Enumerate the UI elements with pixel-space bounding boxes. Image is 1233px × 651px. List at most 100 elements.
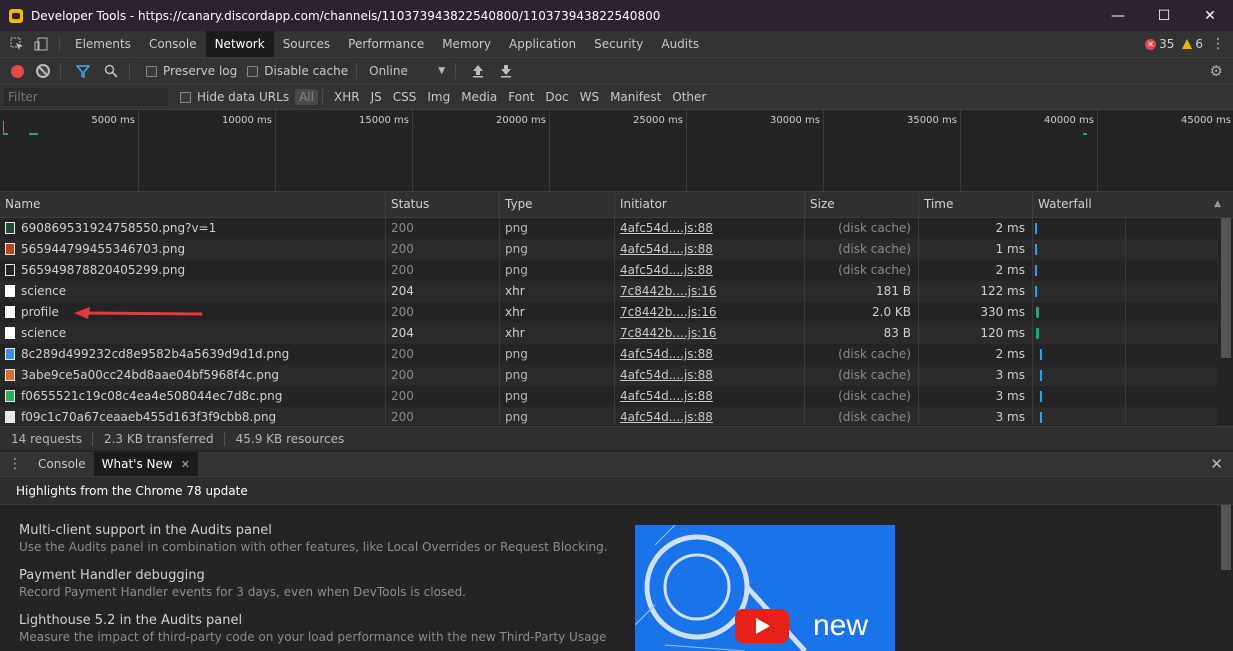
- maximize-button[interactable]: ☐: [1141, 0, 1187, 31]
- filter-input[interactable]: [4, 88, 168, 106]
- filter-type-xhr[interactable]: XHR: [330, 89, 364, 105]
- cell-initiator[interactable]: 7c8442b....js:16: [615, 323, 805, 344]
- scrollbar-thumb[interactable]: [1221, 218, 1231, 358]
- feature-item[interactable]: Multi-client support in the Audits panel…: [19, 523, 608, 554]
- time-text: 120 ms: [980, 326, 1025, 340]
- search-icon[interactable]: [99, 59, 123, 83]
- filter-type-css[interactable]: CSS: [389, 89, 421, 105]
- column-header-name[interactable]: Name: [0, 192, 386, 217]
- column-header-size[interactable]: Size: [805, 192, 919, 217]
- settings-gear-icon[interactable]: ⚙: [1210, 62, 1223, 80]
- feature-item[interactable]: Lighthouse 5.2 in the Audits panel Measu…: [19, 613, 606, 644]
- close-tab-icon[interactable]: ✕: [181, 458, 190, 471]
- name-text: 565949878820405299.png: [21, 263, 186, 277]
- cell-initiator[interactable]: 4afc54d....js:88: [615, 365, 805, 386]
- overview-tick-label: 30000 ms: [770, 115, 820, 126]
- filter-type-all[interactable]: All: [295, 89, 318, 105]
- cell-size: (disk cache): [805, 218, 919, 239]
- filter-type-ws[interactable]: WS: [576, 89, 603, 105]
- tab-network[interactable]: Network: [205, 31, 274, 57]
- table-row[interactable]: 565944799455346703.png 200 png 4afc54d....j…: [0, 239, 1218, 260]
- tab-performance[interactable]: Performance: [339, 31, 433, 57]
- filter-type-js[interactable]: JS: [367, 89, 386, 105]
- preserve-log-checkbox[interactable]: Preserve log: [146, 64, 237, 78]
- tab-memory[interactable]: Memory: [433, 31, 500, 57]
- tab-audits[interactable]: Audits: [652, 31, 708, 57]
- scrollbar-thumb[interactable]: [1221, 505, 1231, 570]
- column-header-waterfall[interactable]: Waterfall ▲: [1033, 192, 1233, 217]
- request-count: 14 requests: [11, 431, 82, 446]
- import-har-icon[interactable]: [466, 59, 490, 83]
- hide-data-urls-checkbox[interactable]: Hide data URLs: [180, 90, 289, 104]
- tab-sources[interactable]: Sources: [274, 31, 339, 57]
- drawer-tab-console[interactable]: Console: [30, 452, 94, 476]
- cell-initiator[interactable]: 4afc54d....js:88: [615, 218, 805, 239]
- filter-type-manifest[interactable]: Manifest: [606, 89, 665, 105]
- throttling-select[interactable]: Online ▼: [369, 64, 445, 78]
- close-drawer-icon[interactable]: ✕: [1210, 455, 1223, 473]
- disable-cache-checkbox[interactable]: Disable cache: [247, 64, 348, 78]
- cell-name: 565949878820405299.png: [0, 260, 386, 281]
- filter-type-font[interactable]: Font: [504, 89, 538, 105]
- column-header-time[interactable]: Time: [919, 192, 1033, 217]
- tab-application[interactable]: Application: [500, 31, 585, 57]
- file-icon: [5, 410, 15, 423]
- column-header-type[interactable]: Type: [500, 192, 615, 217]
- checkbox-box[interactable]: [247, 65, 259, 77]
- window-controls: — ☐ ✕: [1095, 0, 1233, 31]
- table-row[interactable]: f0655521c19c08c4ea4e508044ec7d8c.png 200 p…: [0, 386, 1218, 407]
- clear-button[interactable]: [36, 64, 50, 78]
- minimize-button[interactable]: —: [1095, 0, 1141, 31]
- filter-type-media[interactable]: Media: [457, 89, 501, 105]
- filter-type-other[interactable]: Other: [668, 89, 710, 105]
- table-row[interactable]: 565949878820405299.png 200 png 4afc54d....j…: [0, 260, 1218, 281]
- cell-status: 200: [386, 386, 500, 407]
- waterfall-bar: [1040, 391, 1042, 402]
- table-row[interactable]: 3abe9ce5a00cc24bd8aae04bf5968f4c.png 200 p…: [0, 365, 1218, 386]
- network-overview[interactable]: 5000 ms 10000 ms 15000 ms 20000 ms 25000…: [0, 110, 1233, 192]
- checkbox-box[interactable]: [180, 91, 191, 103]
- cell-initiator[interactable]: 7c8442b....js:16: [615, 302, 805, 323]
- waterfall-bar: [1036, 307, 1039, 318]
- export-har-icon[interactable]: [494, 59, 518, 83]
- cell-initiator[interactable]: 4afc54d....js:88: [615, 407, 805, 425]
- close-window-button[interactable]: ✕: [1187, 0, 1233, 31]
- waterfall-bar: [1040, 412, 1042, 423]
- table-scrollbar[interactable]: [1221, 218, 1231, 424]
- feature-item[interactable]: Payment Handler debugging Record Payment…: [19, 568, 466, 599]
- cell-type: xhr: [500, 281, 615, 302]
- table-row[interactable]: science 204 xhr 7c8442b....js:16 83 B 120 ms: [0, 323, 1218, 344]
- device-toolbar-icon[interactable]: [29, 31, 53, 57]
- filter-icon[interactable]: [71, 59, 95, 83]
- cell-initiator[interactable]: 4afc54d....js:88: [615, 239, 805, 260]
- file-icon: [5, 326, 15, 339]
- youtube-play-icon[interactable]: [735, 609, 789, 643]
- column-header-initiator[interactable]: Initiator: [615, 192, 805, 217]
- cell-initiator[interactable]: 4afc54d....js:88: [615, 344, 805, 365]
- filter-type-doc[interactable]: Doc: [541, 89, 572, 105]
- table-row[interactable]: f09c1c70a67ceaaeb455d163f3f9cbb8.png 200 p…: [0, 407, 1218, 425]
- tab-security[interactable]: Security: [585, 31, 652, 57]
- cell-initiator[interactable]: 4afc54d....js:88: [615, 386, 805, 407]
- cell-size: (disk cache): [805, 407, 919, 425]
- tab-elements[interactable]: Elements: [66, 31, 140, 57]
- table-row[interactable]: science 204 xhr 7c8442b....js:16 181 B 122 ms: [0, 281, 1218, 302]
- drawer-tab-whats-new[interactable]: What's New ✕: [93, 452, 198, 476]
- cell-initiator[interactable]: 4afc54d....js:88: [615, 260, 805, 281]
- drawer-scrollbar[interactable]: [1221, 505, 1231, 651]
- waterfall-gridline: [1125, 260, 1126, 281]
- more-options-icon[interactable]: ⋮: [1203, 36, 1233, 52]
- inspect-element-icon[interactable]: [5, 31, 29, 57]
- tab-console[interactable]: Console: [140, 31, 206, 57]
- checkbox-box[interactable]: [146, 65, 157, 77]
- cell-initiator[interactable]: 7c8442b....js:16: [615, 281, 805, 302]
- issue-counters[interactable]: ✕ 35 6 ⋮: [1145, 31, 1233, 57]
- column-header-status[interactable]: Status: [386, 192, 500, 217]
- drawer-menu-icon[interactable]: ⋮: [0, 456, 30, 472]
- video-text: new: [813, 609, 869, 642]
- table-row[interactable]: 690869531924758550.png?v=1 200 png 4afc54d.…: [0, 218, 1218, 239]
- filter-type-img[interactable]: Img: [423, 89, 454, 105]
- video-thumbnail[interactable]: new: [635, 525, 895, 651]
- record-button[interactable]: [11, 64, 24, 78]
- table-row[interactable]: 8c289d499232cd8e9582b4a5639d9d1d.png 200 p…: [0, 344, 1218, 365]
